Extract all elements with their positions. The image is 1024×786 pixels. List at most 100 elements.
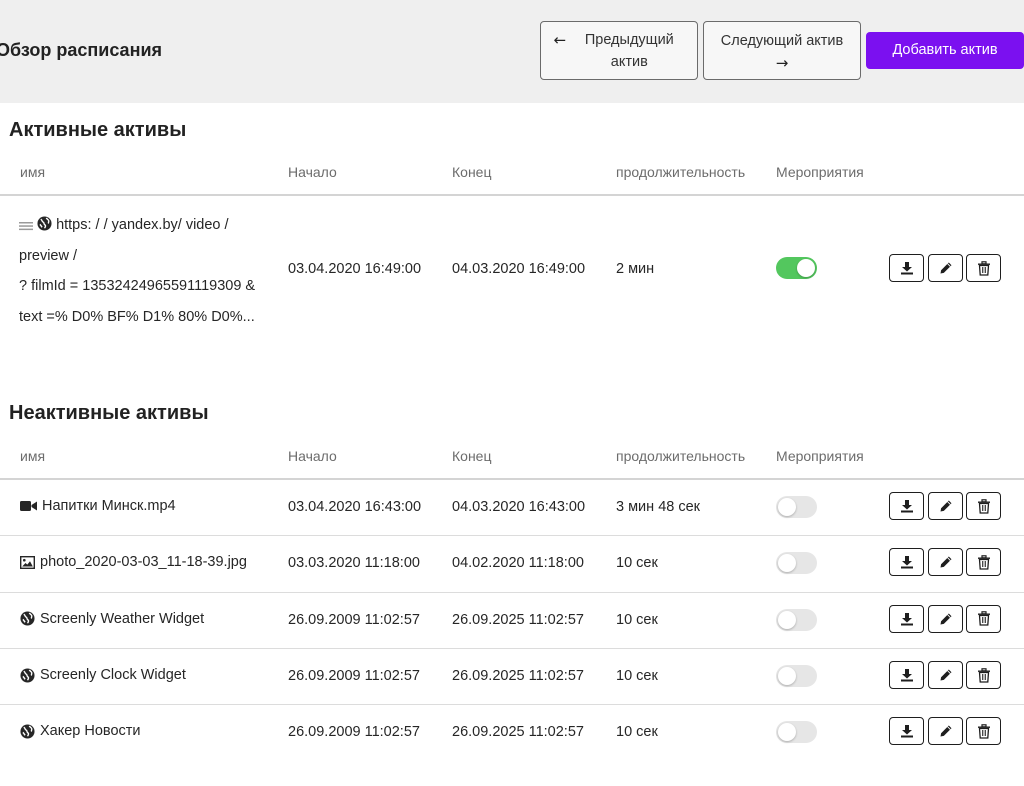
download-icon bbox=[900, 669, 913, 682]
end-date: 04.03.2020 16:49:00 bbox=[452, 261, 586, 277]
duration: 10 сек bbox=[616, 668, 658, 685]
download-button[interactable] bbox=[889, 661, 924, 690]
drag-handle-icon[interactable] bbox=[19, 221, 33, 231]
events-toggle[interactable] bbox=[776, 721, 817, 744]
column-header-duration: продолжительность bbox=[616, 164, 746, 180]
pencil-icon bbox=[940, 500, 951, 512]
toggle-knob bbox=[778, 498, 796, 517]
column-header-name: имя bbox=[20, 448, 46, 464]
events-toggle[interactable] bbox=[776, 552, 817, 575]
events-toggle[interactable] bbox=[776, 257, 817, 279]
next-asset-label: Следующий актив bbox=[720, 33, 844, 49]
toggle-knob bbox=[778, 723, 796, 742]
row-divider bbox=[0, 591, 1024, 593]
download-icon bbox=[900, 725, 913, 738]
events-toggle[interactable] bbox=[776, 496, 817, 519]
column-header-start: Начало bbox=[288, 448, 337, 464]
download-button[interactable] bbox=[889, 717, 924, 746]
end-date: 04.03.2020 16:43:00 bbox=[452, 499, 586, 516]
pencil-icon bbox=[940, 613, 951, 625]
start-date: 03.04.2020 16:49:00 bbox=[288, 261, 422, 277]
delete-button[interactable] bbox=[966, 661, 1001, 690]
toggle-knob bbox=[778, 667, 796, 686]
edit-button[interactable] bbox=[928, 548, 963, 577]
asset-url-line: preview / bbox=[19, 247, 78, 264]
edit-button[interactable] bbox=[928, 604, 963, 633]
table-row-name: Screenly Clock Widget bbox=[20, 667, 186, 683]
events-toggle[interactable] bbox=[776, 608, 817, 631]
edit-button[interactable] bbox=[928, 717, 963, 746]
asset-url-line: ? filmId = 13532424965591119309 & bbox=[19, 278, 256, 294]
previous-asset-button[interactable]: ← Предыдущий актив bbox=[540, 21, 698, 80]
column-header-duration: продолжительность bbox=[616, 448, 746, 464]
active-assets-title: Активные активы bbox=[9, 119, 187, 141]
globe-icon bbox=[37, 216, 52, 231]
trash-icon bbox=[977, 611, 990, 626]
trash-icon bbox=[977, 498, 990, 514]
divider bbox=[0, 478, 1024, 480]
add-asset-button[interactable]: Добавить актив bbox=[866, 32, 1024, 69]
asset-name: Screenly Weather Widget bbox=[40, 610, 205, 627]
end-date: 04.02.2020 11:18:00 bbox=[452, 555, 584, 572]
delete-button[interactable] bbox=[966, 492, 1001, 521]
globe-icon bbox=[20, 611, 35, 626]
pencil-icon bbox=[940, 262, 951, 274]
duration: 10 сек bbox=[616, 555, 658, 572]
end-date: 26.09.2025 11:02:57 bbox=[452, 668, 584, 685]
inactive-assets-title: Неактивные активы bbox=[9, 402, 209, 424]
column-header-end: Конец bbox=[452, 164, 492, 180]
download-button[interactable] bbox=[889, 254, 924, 282]
table-row-name: photo_2020-03-03_11-18-39.jpg bbox=[20, 554, 247, 570]
start-date: 03.04.2020 16:43:00 bbox=[288, 499, 422, 516]
table-row-name: Напитки Минск.mp4 bbox=[20, 498, 176, 514]
table-row-name: https: / / yandex.by/ video / preview / … bbox=[19, 210, 269, 332]
duration: 10 сек bbox=[616, 611, 658, 628]
start-date: 03.03.2020 11:18:00 bbox=[288, 555, 420, 572]
edit-button[interactable] bbox=[928, 661, 963, 690]
delete-button[interactable] bbox=[966, 604, 1001, 633]
delete-button[interactable] bbox=[966, 717, 1001, 746]
trash-icon bbox=[977, 724, 990, 739]
toggle-knob bbox=[778, 554, 796, 573]
row-divider bbox=[0, 704, 1024, 706]
trash-icon bbox=[977, 260, 990, 276]
toggle-knob bbox=[797, 259, 815, 277]
asset-url-line: text =% D0% BF% D1% 80% D0%... bbox=[19, 308, 255, 325]
download-icon bbox=[900, 500, 913, 513]
arrow-right-icon: → bbox=[775, 54, 789, 72]
row-divider bbox=[0, 647, 1024, 649]
download-icon bbox=[900, 262, 913, 275]
end-date: 26.09.2025 11:02:57 bbox=[452, 724, 584, 741]
image-icon bbox=[20, 555, 35, 569]
start-date: 26.09.2009 11:02:57 bbox=[288, 668, 420, 685]
column-header-events: Мероприятия bbox=[776, 164, 864, 180]
pencil-icon bbox=[940, 725, 951, 737]
delete-button[interactable] bbox=[966, 254, 1001, 282]
events-toggle[interactable] bbox=[776, 665, 817, 688]
row-divider bbox=[0, 535, 1024, 537]
divider bbox=[0, 194, 1024, 196]
download-icon bbox=[900, 556, 913, 569]
edit-button[interactable] bbox=[928, 492, 963, 521]
download-icon bbox=[900, 612, 913, 626]
delete-button[interactable] bbox=[966, 548, 1001, 577]
column-header-name: имя bbox=[20, 164, 46, 180]
column-header-events: Мероприятия bbox=[776, 448, 864, 464]
arrow-left-icon: ← bbox=[553, 31, 567, 49]
download-button[interactable] bbox=[889, 548, 924, 577]
start-date: 26.09.2009 11:02:57 bbox=[288, 611, 420, 628]
edit-button[interactable] bbox=[928, 254, 963, 282]
trash-icon bbox=[977, 667, 990, 683]
pencil-icon bbox=[940, 556, 951, 568]
download-button[interactable] bbox=[889, 604, 924, 633]
globe-icon bbox=[20, 668, 35, 683]
toggle-knob bbox=[778, 610, 796, 629]
duration: 2 мин bbox=[616, 261, 655, 277]
trash-icon bbox=[977, 555, 990, 570]
column-header-start: Начало bbox=[288, 164, 337, 180]
duration: 10 сек bbox=[616, 724, 658, 741]
asset-url-line: https: / / yandex.by/ video / bbox=[56, 217, 229, 233]
pencil-icon bbox=[940, 669, 951, 681]
next-asset-button[interactable]: Следующий актив → bbox=[703, 21, 861, 80]
download-button[interactable] bbox=[889, 492, 924, 521]
